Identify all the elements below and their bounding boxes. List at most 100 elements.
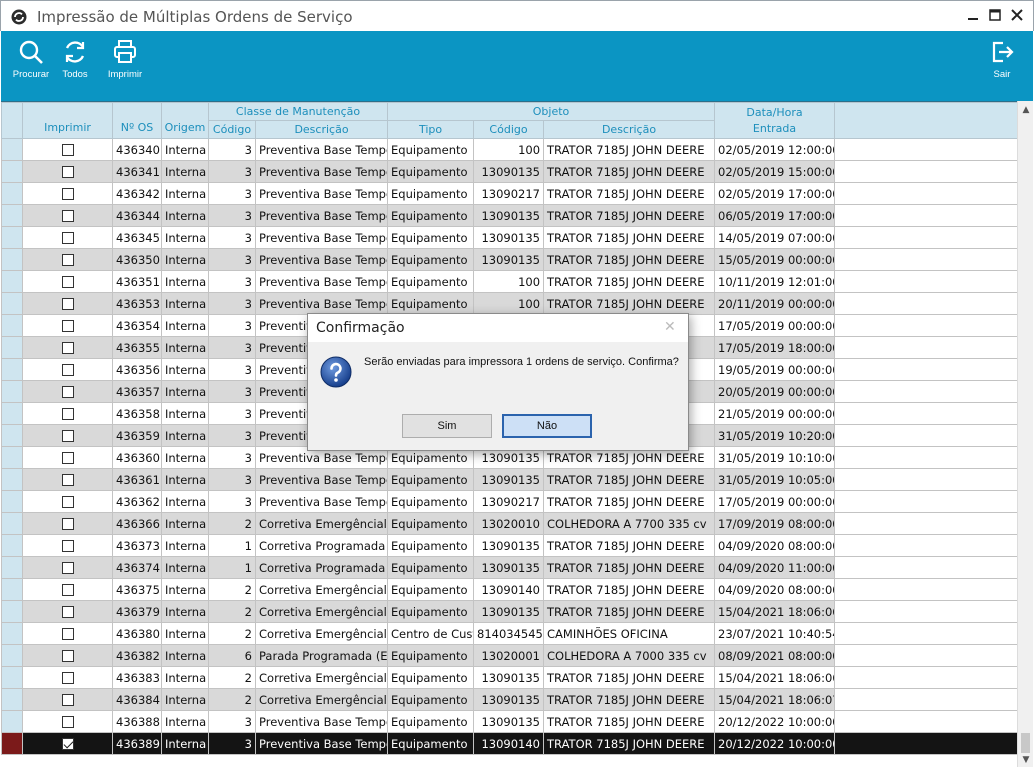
scroll-thumb[interactable]: [1021, 733, 1030, 753]
table-row[interactable]: 436375 Interna 2 Corretiva Emergêncial Equip…: [1, 578, 1017, 601]
row-indicator[interactable]: [1, 600, 23, 623]
dialog-close-icon[interactable]: ✕: [664, 320, 678, 334]
table-row[interactable]: 436389 Interna 3 Preventiva Base Tempo Equip…: [1, 732, 1017, 755]
col-datahora[interactable]: Data/Hora Entrada: [714, 102, 836, 139]
print-checkbox-cell[interactable]: [22, 314, 113, 337]
col-classe-codigo[interactable]: Código: [208, 120, 256, 139]
row-indicator[interactable]: [1, 688, 23, 711]
print-checkbox[interactable]: [61, 276, 74, 288]
table-row[interactable]: 436373 Interna 1 Corretiva Programada Equipa…: [1, 534, 1017, 557]
row-indicator[interactable]: [1, 556, 23, 579]
table-row[interactable]: 436361 Interna 3 Preventiva Base Tempo Equip…: [1, 468, 1017, 491]
print-checkbox-cell[interactable]: [22, 226, 113, 249]
print-checkbox[interactable]: [61, 606, 74, 618]
todos-button[interactable]: Todos: [50, 39, 100, 99]
print-checkbox[interactable]: [61, 540, 74, 552]
table-row[interactable]: 436342 Interna 3 Preventiva Base Tempo Equip…: [1, 182, 1017, 205]
col-obj-descricao[interactable]: Descrição: [543, 120, 716, 139]
row-indicator[interactable]: [1, 732, 23, 755]
scroll-down-icon[interactable]: ▼: [1021, 755, 1031, 765]
table-row[interactable]: 436340 Interna 3 Preventiva Base Tempo Equip…: [1, 138, 1017, 161]
print-checkbox-cell[interactable]: [22, 490, 113, 513]
col-tipo[interactable]: Tipo: [387, 120, 475, 139]
print-checkbox-cell[interactable]: [22, 424, 113, 447]
print-checkbox-cell[interactable]: [22, 182, 113, 205]
print-checkbox[interactable]: [61, 452, 74, 464]
minimize-icon[interactable]: [965, 7, 981, 23]
print-checkbox[interactable]: [61, 628, 74, 640]
table-row[interactable]: 436362 Interna 3 Preventiva Base Tempo Equip…: [1, 490, 1017, 513]
print-checkbox-cell[interactable]: [22, 380, 113, 403]
print-checkbox-cell[interactable]: [22, 292, 113, 315]
print-checkbox-cell[interactable]: [22, 600, 113, 623]
maximize-icon[interactable]: [987, 7, 1003, 23]
print-checkbox-cell[interactable]: [22, 402, 113, 425]
table-row[interactable]: 436353 Interna 3 Preventiva Base Tempo Equip…: [1, 292, 1017, 315]
print-checkbox[interactable]: [61, 650, 74, 662]
print-checkbox-cell[interactable]: [22, 270, 113, 293]
table-row[interactable]: 436344 Interna 3 Preventiva Base Tempo Equip…: [1, 204, 1017, 227]
row-indicator[interactable]: [1, 160, 23, 183]
print-checkbox[interactable]: [61, 210, 74, 222]
print-checkbox[interactable]: [61, 408, 74, 420]
print-checkbox[interactable]: [61, 254, 74, 266]
table-row[interactable]: 436345 Interna 3 Preventiva Base Tempo Equip…: [1, 226, 1017, 249]
row-indicator[interactable]: [1, 138, 23, 161]
row-indicator[interactable]: [1, 578, 23, 601]
row-indicator[interactable]: [1, 270, 23, 293]
row-indicator[interactable]: [1, 248, 23, 271]
print-checkbox-cell[interactable]: [22, 622, 113, 645]
print-checkbox[interactable]: [61, 320, 74, 332]
print-checkbox-cell[interactable]: [22, 688, 113, 711]
table-row[interactable]: 436382 Interna 6 Parada Programada (ES) Equi…: [1, 644, 1017, 667]
print-checkbox-cell[interactable]: [22, 446, 113, 469]
row-indicator[interactable]: [1, 644, 23, 667]
table-row[interactable]: 436351 Interna 3 Preventiva Base Tempo Equip…: [1, 270, 1017, 293]
row-indicator[interactable]: [1, 380, 23, 403]
print-checkbox-cell[interactable]: [22, 204, 113, 227]
print-checkbox-cell[interactable]: [22, 336, 113, 359]
print-checkbox-cell[interactable]: [22, 468, 113, 491]
col-origem[interactable]: Origem: [161, 102, 209, 139]
print-checkbox-cell[interactable]: [22, 248, 113, 271]
row-indicator[interactable]: [1, 182, 23, 205]
row-indicator[interactable]: [1, 468, 23, 491]
sim-button[interactable]: Sim: [402, 414, 492, 438]
nao-button[interactable]: Não: [502, 414, 592, 438]
print-checkbox[interactable]: [61, 232, 74, 244]
table-row[interactable]: 436379 Interna 2 Corretiva Emergêncial Equip…: [1, 600, 1017, 623]
print-checkbox[interactable]: [61, 562, 74, 574]
row-indicator[interactable]: [1, 402, 23, 425]
print-checkbox-cell[interactable]: [22, 512, 113, 535]
print-checkbox-cell[interactable]: [22, 666, 113, 689]
procurar-button[interactable]: Procurar: [6, 39, 56, 99]
table-row[interactable]: 436383 Interna 2 Corretiva Emergêncial Equip…: [1, 666, 1017, 689]
row-indicator[interactable]: [1, 622, 23, 645]
table-row[interactable]: 436341 Interna 3 Preventiva Base Tempo Equip…: [1, 160, 1017, 183]
print-checkbox[interactable]: [61, 342, 74, 354]
print-checkbox[interactable]: [61, 694, 74, 706]
print-checkbox-cell[interactable]: [22, 556, 113, 579]
row-indicator[interactable]: [1, 358, 23, 381]
print-checkbox[interactable]: [61, 430, 74, 442]
vertical-scrollbar[interactable]: ▲ ▼: [1017, 101, 1033, 767]
scroll-up-icon[interactable]: ▲: [1021, 105, 1031, 115]
col-imprimir[interactable]: Imprimir: [22, 102, 113, 139]
row-indicator[interactable]: [1, 710, 23, 733]
table-row[interactable]: 436366 Interna 2 Corretiva Emergêncial Equip…: [1, 512, 1017, 535]
print-checkbox-cell[interactable]: [22, 732, 113, 755]
print-checkbox-cell[interactable]: [22, 138, 113, 161]
row-indicator[interactable]: [1, 424, 23, 447]
print-checkbox-cell[interactable]: [22, 160, 113, 183]
print-checkbox[interactable]: [61, 386, 74, 398]
close-window-icon[interactable]: [1009, 7, 1025, 23]
imprimir-button[interactable]: Imprimir: [100, 39, 150, 99]
row-indicator[interactable]: [1, 226, 23, 249]
table-row[interactable]: 436374 Interna 1 Corretiva Programada Equipa…: [1, 556, 1017, 579]
row-indicator[interactable]: [1, 336, 23, 359]
table-row[interactable]: 436388 Interna 3 Preventiva Base Tempo Equip…: [1, 710, 1017, 733]
row-indicator[interactable]: [1, 204, 23, 227]
print-checkbox[interactable]: [61, 716, 74, 728]
row-indicator[interactable]: [1, 512, 23, 535]
print-checkbox[interactable]: [61, 672, 74, 684]
